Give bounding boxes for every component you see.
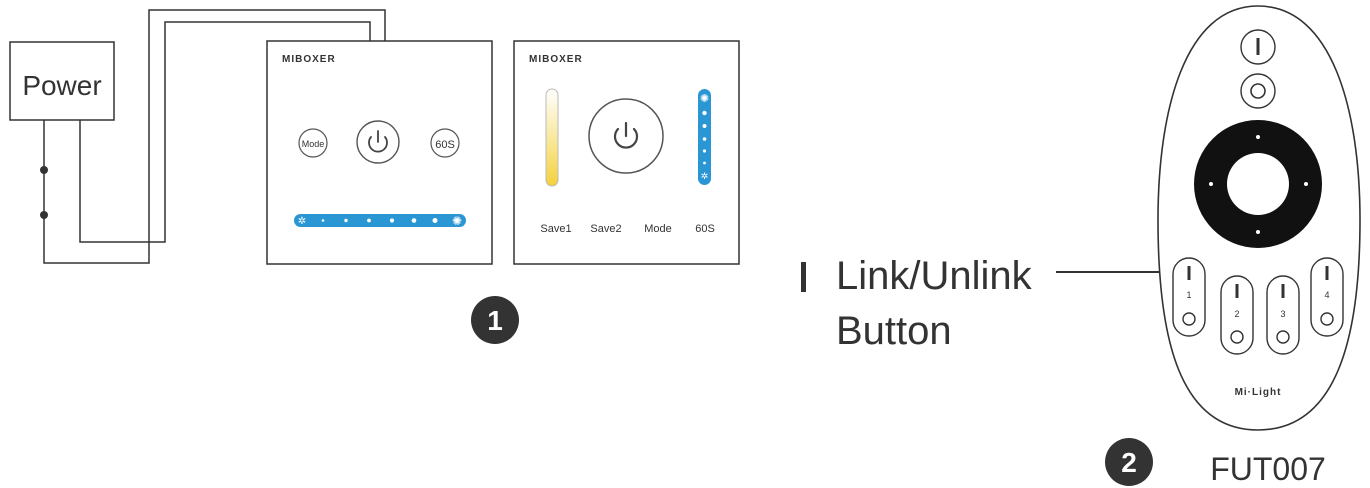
zone-1-number: 1 bbox=[1186, 290, 1191, 300]
junction-dot bbox=[40, 211, 48, 219]
remote-on-button[interactable] bbox=[1240, 29, 1276, 65]
panel1-mode-button[interactable]: Mode bbox=[298, 128, 328, 158]
panel2-cct-slider[interactable] bbox=[545, 88, 559, 187]
panel2-brightness-slider[interactable]: ✺ ✲ bbox=[698, 89, 711, 185]
remote-off-button[interactable] bbox=[1240, 73, 1276, 109]
remote-zone-4-button[interactable]: 4 bbox=[1310, 257, 1344, 337]
bright-icon: ✺ bbox=[700, 93, 709, 105]
link-icon-bar bbox=[801, 262, 806, 292]
remote-zone-1-button[interactable]: 1 bbox=[1172, 257, 1206, 337]
wall-panel-1: MIBOXER Mode 60S ✲ ✺ bbox=[266, 40, 493, 265]
panel1-brand: MIBOXER bbox=[282, 54, 336, 65]
zone-2-number: 2 bbox=[1234, 309, 1239, 319]
panel2-label-mode[interactable]: Mode bbox=[644, 223, 672, 235]
panel2-power-button[interactable] bbox=[588, 98, 664, 174]
power-supply: Power bbox=[9, 41, 115, 121]
step-badge-1: 1 bbox=[471, 296, 519, 344]
junction-dot bbox=[40, 166, 48, 174]
remote-model-label: FUT007 bbox=[1210, 451, 1326, 487]
panel2-label-save2[interactable]: Save2 bbox=[590, 223, 621, 235]
remote-touch-ring[interactable] bbox=[1194, 120, 1322, 248]
step-badge-2: 2 bbox=[1105, 438, 1153, 486]
callout-line1: Link/Unlink bbox=[836, 254, 1033, 298]
bright-icon: ✺ bbox=[452, 214, 462, 228]
panel2-label-timer[interactable]: 60S bbox=[695, 223, 715, 235]
step-number-2: 2 bbox=[1121, 447, 1137, 478]
panel2-brand: MIBOXER bbox=[529, 54, 583, 65]
step-number-1: 1 bbox=[487, 305, 503, 336]
dim-icon: ✲ bbox=[701, 171, 709, 181]
wall-panel-2: MIBOXER ✺ ✲ Save1 Save2 Mode 60S bbox=[513, 40, 740, 265]
remote-brand: Mi·Light bbox=[1235, 387, 1282, 398]
panel1-power-button[interactable] bbox=[356, 120, 400, 164]
remote-zone-3-button[interactable]: 3 bbox=[1266, 275, 1300, 355]
panel1-brightness-slider[interactable]: ✲ ✺ bbox=[294, 214, 466, 228]
wiring-diagram: Power MIBOXER Mode 60S ✲ ✺ MIBOXER ✺ ✲ S… bbox=[9, 5, 1361, 487]
dim-icon: ✲ bbox=[298, 216, 306, 227]
zone-4-number: 4 bbox=[1324, 290, 1329, 300]
zone-3-number: 3 bbox=[1280, 309, 1285, 319]
link-unlink-callout: Link/Unlink Button bbox=[801, 254, 1175, 353]
panel2-label-save1[interactable]: Save1 bbox=[540, 223, 571, 235]
remote-fut007: 1 2 3 4 Mi·Light bbox=[1157, 5, 1361, 431]
panel1-mode-label: Mode bbox=[302, 139, 325, 149]
callout-line2: Button bbox=[836, 309, 952, 353]
power-label: Power bbox=[22, 70, 101, 101]
panel1-timer-label: 60S bbox=[435, 139, 455, 151]
remote-zone-2-button[interactable]: 2 bbox=[1220, 275, 1254, 355]
panel1-timer-button[interactable]: 60S bbox=[430, 128, 460, 158]
